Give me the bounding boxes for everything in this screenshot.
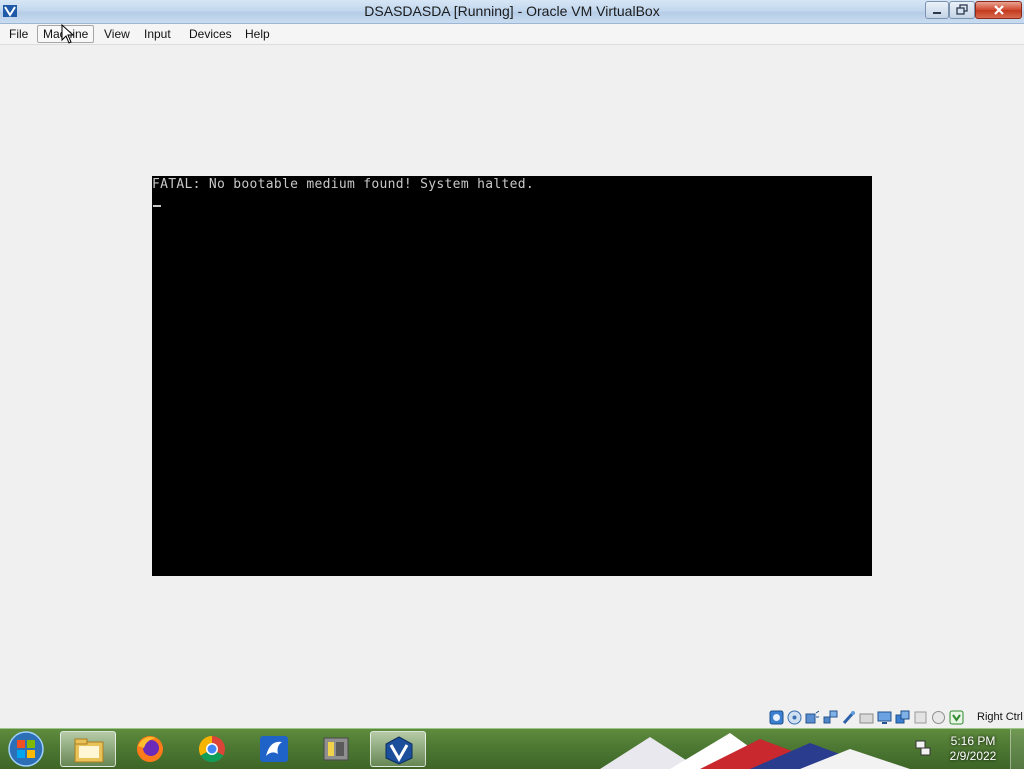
show-desktop-button[interactable]	[1010, 729, 1024, 769]
shared-folders-icon[interactable]	[859, 710, 874, 725]
taskbar-app-virtualbox[interactable]	[370, 731, 426, 767]
video-capture-icon[interactable]	[895, 710, 910, 725]
menu-view[interactable]: View	[99, 25, 135, 43]
mouse-pointer-icon	[61, 24, 75, 44]
taskbar-app-explorer[interactable]	[60, 731, 116, 767]
minimize-icon	[933, 12, 941, 14]
menu-bar: File Machine View Input Devices Help	[0, 24, 1024, 45]
cpu-icon[interactable]	[931, 710, 946, 725]
usb-icon[interactable]	[841, 710, 856, 725]
host-key-label[interactable]: Right Ctrl	[977, 711, 1023, 723]
dolphin-app-icon	[260, 736, 288, 762]
start-button[interactable]	[6, 731, 46, 767]
taskbar: 5:16 PM 2/9/2022	[0, 728, 1024, 769]
clock-time: 5:16 PM	[950, 734, 996, 748]
taskbar-app-chrome[interactable]	[184, 731, 240, 767]
menu-file[interactable]: File	[4, 25, 33, 43]
mouse-integration-icon[interactable]	[913, 710, 928, 725]
menu-input[interactable]: Input	[139, 25, 176, 43]
taskbar-app-archive[interactable]	[308, 731, 364, 767]
menu-devices[interactable]: Devices	[184, 25, 237, 43]
audio-icon[interactable]	[805, 710, 820, 725]
optical-drive-icon[interactable]	[787, 710, 802, 725]
taskbar-app-firefox[interactable]	[122, 731, 178, 767]
virtualbox-icon	[385, 736, 413, 765]
menu-help[interactable]: Help	[240, 25, 275, 43]
wallpaper-graphic	[600, 733, 910, 769]
boot-error-message: FATAL: No bootable medium found! System …	[152, 177, 534, 192]
network-tray-icon[interactable]	[914, 739, 932, 757]
minimize-button[interactable]	[925, 1, 949, 19]
system-clock[interactable]: 5:16 PM 2/9/2022	[944, 734, 1002, 764]
window-title: DSASDASDA [Running] - Oracle VM VirtualB…	[364, 3, 660, 19]
file-explorer-icon	[74, 738, 104, 763]
title-bar[interactable]: DSASDASDA [Running] - Oracle VM VirtualB…	[0, 0, 1024, 24]
close-icon	[993, 5, 1004, 15]
close-button[interactable]	[975, 1, 1022, 19]
clock-date: 2/9/2022	[949, 749, 997, 763]
taskbar-app-dolphin[interactable]	[246, 731, 302, 767]
display-icon[interactable]	[877, 710, 892, 725]
maximize-icon	[956, 4, 968, 15]
keyboard-capture-icon[interactable]	[949, 710, 964, 725]
vm-display[interactable]: FATAL: No bootable medium found! System …	[152, 176, 872, 576]
maximize-button[interactable]	[949, 1, 975, 19]
text-cursor	[153, 205, 161, 207]
network-icon[interactable]	[823, 710, 838, 725]
archive-tool-icon	[323, 737, 349, 761]
chrome-icon	[198, 735, 225, 763]
status-bar: Right Ctrl	[768, 709, 1024, 727]
hard-disk-icon[interactable]	[769, 710, 784, 725]
firefox-icon	[137, 736, 163, 762]
